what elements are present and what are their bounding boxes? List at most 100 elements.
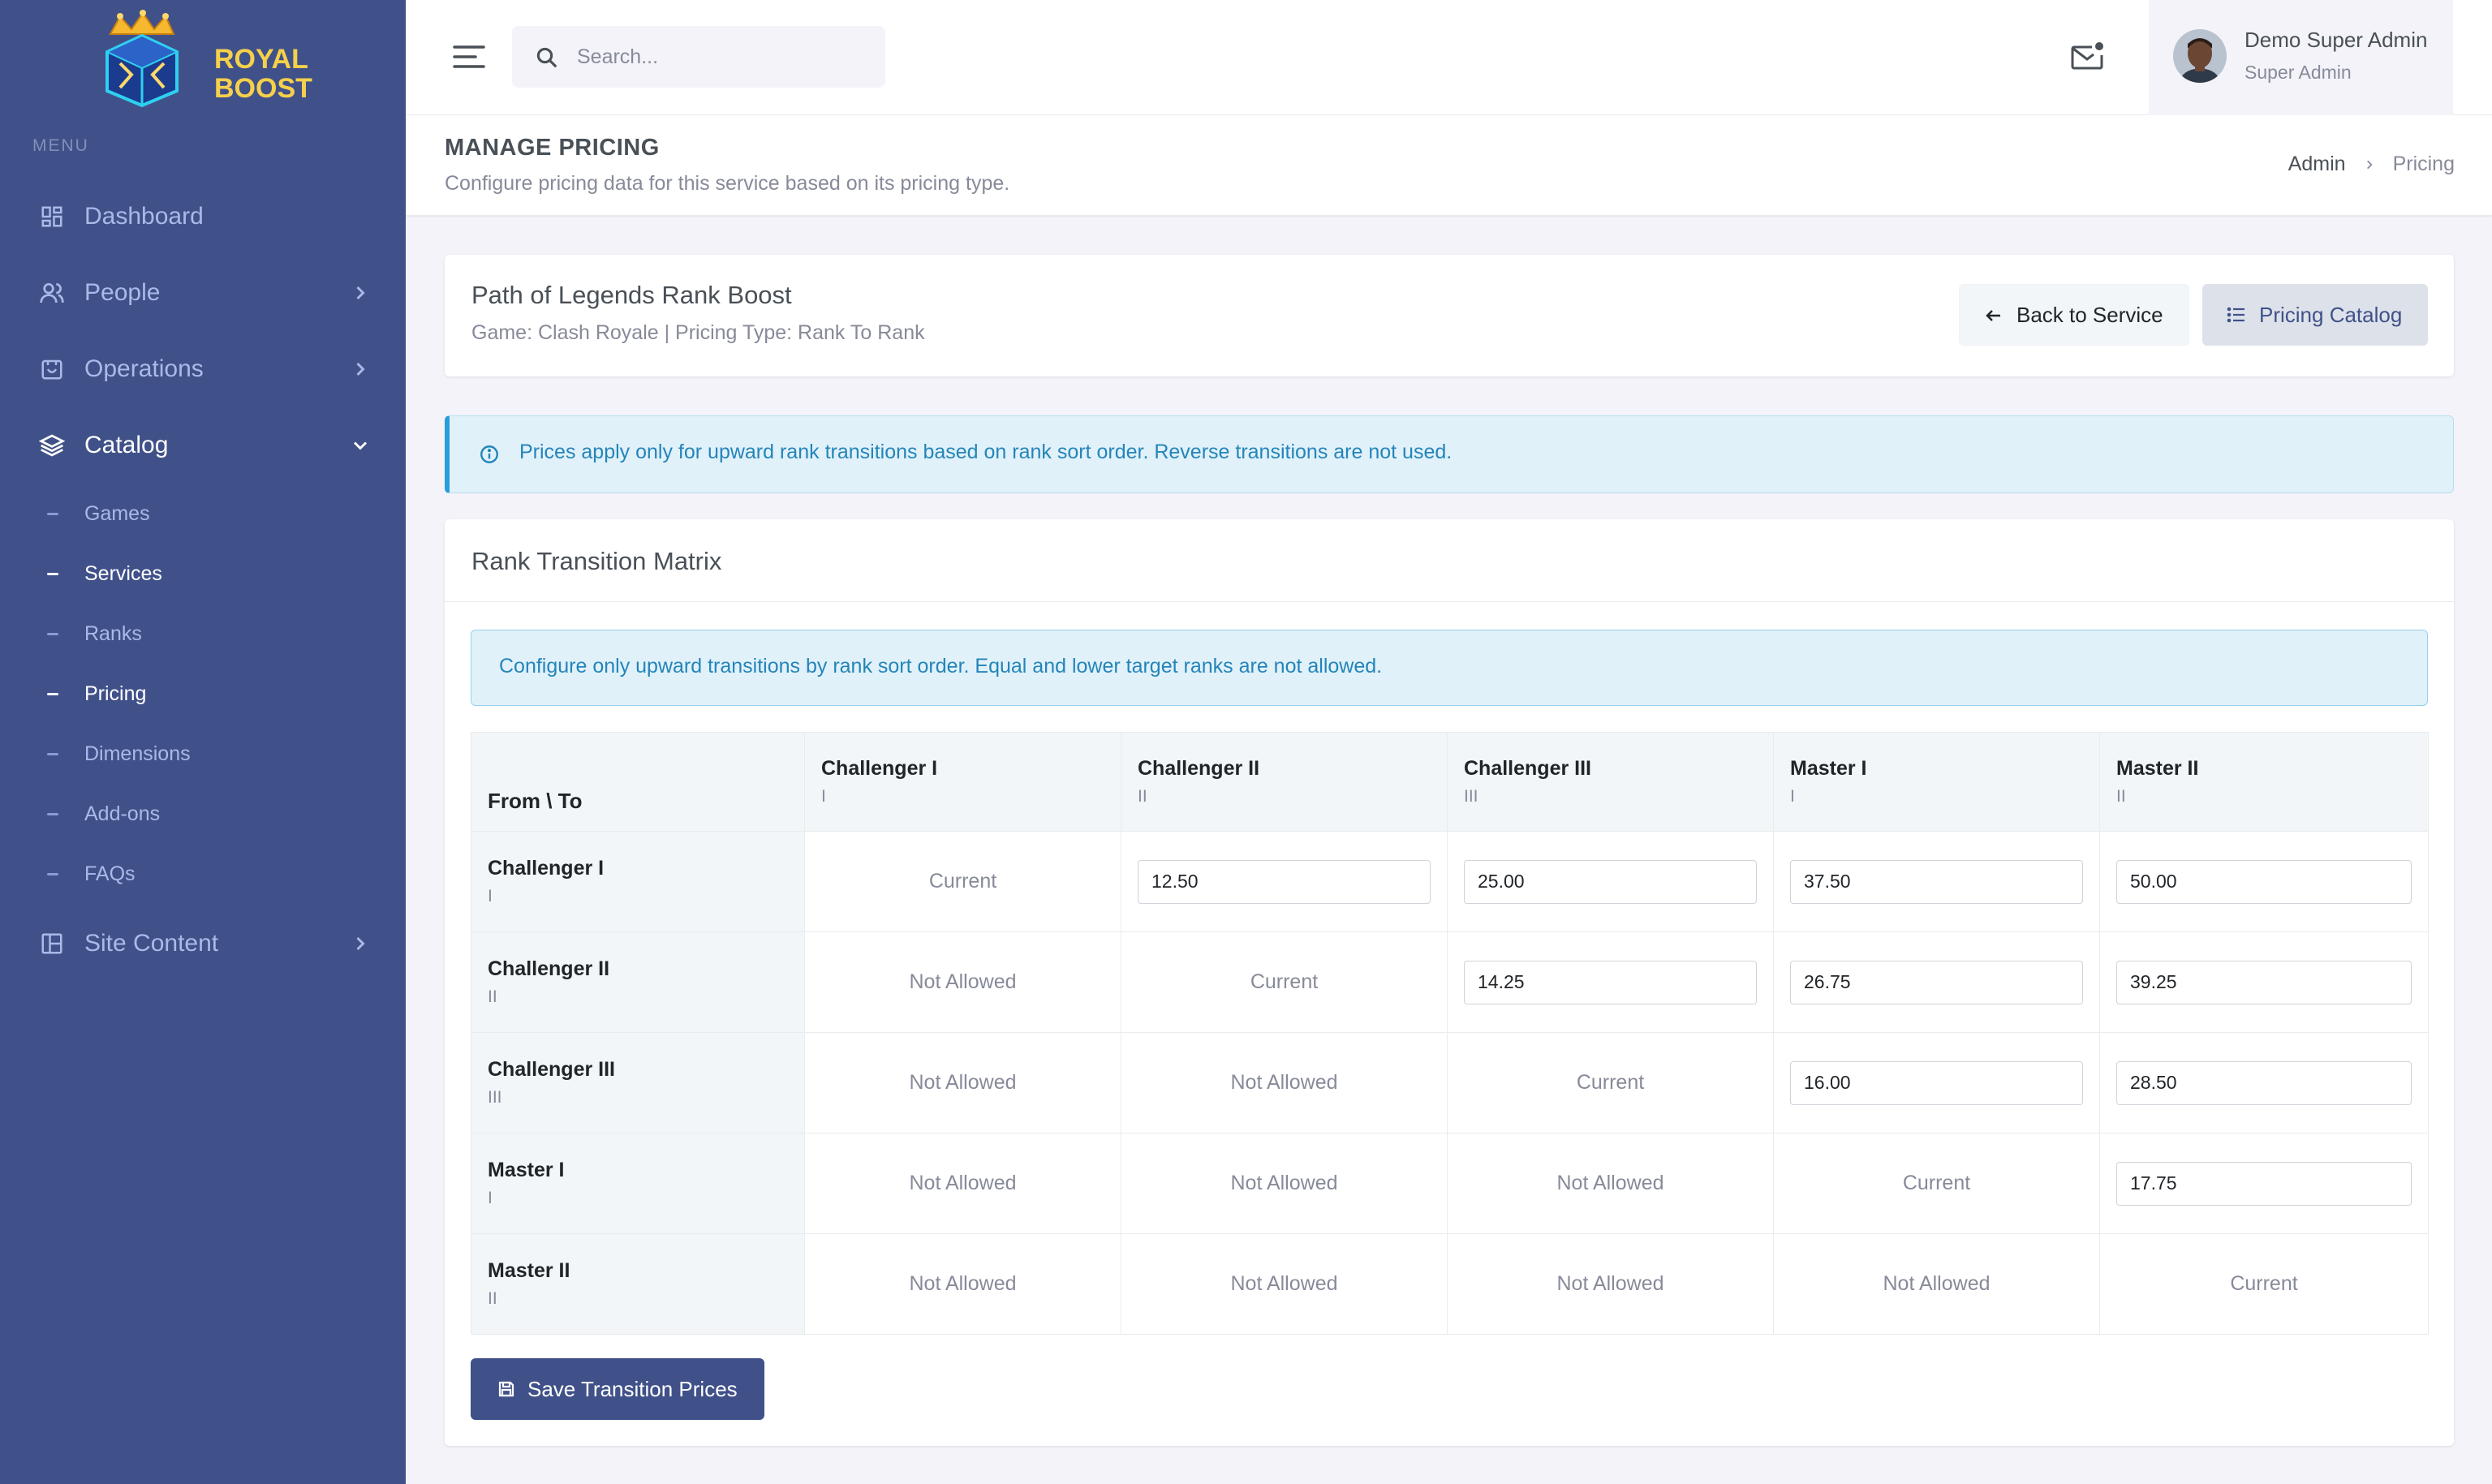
price-input[interactable] [2116, 859, 2412, 904]
column-header: Master II II [2099, 732, 2429, 832]
price-input[interactable] [1790, 960, 2083, 1004]
rank-transition-matrix-card: Rank Transition Matrix Configure only up… [445, 519, 2454, 1446]
save-transition-prices-button[interactable]: Save Transition Prices [471, 1358, 764, 1420]
current-cell: Current [2099, 1233, 2429, 1335]
current-cell: Current [1121, 931, 1448, 1033]
current-cell: Current [804, 831, 1121, 932]
service-card: Path of Legends Rank Boost Game: Clash R… [445, 255, 2454, 376]
price-cell [2099, 831, 2429, 932]
row-header: Master II II [471, 1233, 805, 1335]
price-input[interactable] [1138, 859, 1431, 904]
row-name: Master II [488, 1259, 570, 1282]
price-input[interactable] [1464, 859, 1757, 904]
topbar: Demo Super Admin Super Admin [406, 0, 2492, 115]
not-allowed-cell: Not Allowed [1121, 1233, 1448, 1335]
sidebar-subitem-addons[interactable]: Add-ons [0, 796, 406, 832]
row-name: Challenger III [488, 1058, 615, 1081]
column-name: Master I [1790, 757, 1867, 780]
people-icon [37, 278, 67, 308]
back-to-service-button[interactable]: Back to Service [1959, 284, 2189, 346]
price-input[interactable] [2116, 1060, 2412, 1105]
dash-icon [47, 632, 58, 635]
sidebar-item-people[interactable]: People [0, 269, 406, 317]
column-header: Master I I [1773, 732, 2100, 832]
sidebar-subitem-label: Add-ons [84, 802, 161, 825]
chevron-right-icon [356, 936, 365, 951]
table-header-row: From \ To Challenger II Challenger II II … [471, 732, 2429, 832]
sidebar-subitem-services[interactable]: Services [0, 556, 406, 591]
dash-icon [47, 752, 58, 755]
chevron-right-icon [356, 362, 365, 376]
search-icon [536, 47, 557, 68]
not-allowed-cell: Not Allowed [804, 1133, 1121, 1234]
sidebar-item-operations[interactable]: Operations [0, 345, 406, 394]
arrow-left-icon [1986, 310, 2000, 321]
sidebar-item-site-content[interactable]: Site Content [0, 919, 406, 968]
save-icon [498, 1381, 514, 1397]
column-code: II [1138, 787, 1147, 806]
sidebar: ROYAL BOOST MENU Dashboard People Operat… [0, 0, 406, 1484]
column-code: II [2116, 787, 2126, 806]
column-header: Challenger III III [1447, 732, 1774, 832]
row-code: I [488, 1189, 493, 1207]
price-input[interactable] [2116, 960, 2412, 1004]
row-header: Challenger III III [471, 1032, 805, 1133]
column-header: Challenger II II [1121, 732, 1448, 832]
not-allowed-cell: Not Allowed [1121, 1032, 1448, 1133]
price-input[interactable] [1790, 859, 2083, 904]
column-name: Master II [2116, 757, 2199, 780]
brand-logo[interactable]: ROYAL BOOST [96, 10, 331, 108]
sidebar-subitem-pricing[interactable]: Pricing [0, 676, 406, 712]
list-icon [2227, 307, 2245, 323]
matrix-info-alert: Configure only upward transitions by ran… [471, 630, 2428, 706]
pricing-catalog-label: Pricing Catalog [2259, 302, 2403, 327]
price-input[interactable] [1790, 1060, 2083, 1105]
matrix-info-text: Configure only upward transitions by ran… [499, 655, 1383, 677]
table-row: Master II II Not Allowed Not Allowed Not All… [471, 1233, 2429, 1335]
column-code: I [821, 787, 826, 806]
row-name: Challenger II [488, 957, 610, 980]
sidebar-subitem-label: Games [84, 501, 150, 525]
price-cell [1121, 831, 1448, 932]
sidebar-item-catalog[interactable]: Catalog [0, 421, 406, 470]
sidebar-item-label: Dashboard [84, 203, 204, 230]
column-name: Challenger I [821, 757, 938, 780]
column-header: Challenger I I [804, 732, 1121, 832]
card-title: Rank Transition Matrix [471, 547, 722, 575]
search-input[interactable] [577, 41, 869, 73]
price-input[interactable] [1464, 960, 1757, 1004]
sidebar-subitem-dimensions[interactable]: Dimensions [0, 736, 406, 772]
mail-notification-icon[interactable] [2069, 39, 2107, 76]
row-header: Master I I [471, 1133, 805, 1234]
sidebar-subitem-ranks[interactable]: Ranks [0, 616, 406, 652]
layers-icon [37, 431, 67, 460]
hamburger-menu-icon[interactable] [453, 42, 485, 71]
not-allowed-cell: Not Allowed [1773, 1233, 2100, 1335]
column-code: III [1464, 787, 1478, 806]
current-cell: Current [1773, 1133, 2100, 1234]
sidebar-subitem-games[interactable]: Games [0, 496, 406, 531]
not-allowed-cell: Not Allowed [804, 931, 1121, 1033]
search-box [512, 26, 885, 88]
not-allowed-cell: Not Allowed [804, 1032, 1121, 1133]
layout-icon [37, 929, 67, 958]
sidebar-subitem-label: FAQs [84, 862, 136, 885]
save-label: Save Transition Prices [527, 1376, 738, 1401]
dash-icon [47, 692, 58, 695]
user-dropdown[interactable]: Demo Super Admin Super Admin [2149, 0, 2453, 115]
pricing-catalog-button[interactable]: Pricing Catalog [2202, 284, 2428, 346]
price-cell [1773, 831, 2100, 932]
table-row: Challenger II II Not Allowed Current [471, 931, 2429, 1033]
service-name: Path of Legends Rank Boost [471, 281, 792, 309]
brand-line2: BOOST [214, 73, 312, 104]
table-row: Master I I Not Allowed Not Allowed Not Allow… [471, 1133, 2429, 1234]
sidebar-subitem-label: Pricing [84, 682, 147, 705]
dashboard-icon [37, 202, 67, 231]
price-cell [1773, 931, 2100, 1033]
chevron-right-icon [2366, 160, 2373, 169]
price-input[interactable] [2116, 1161, 2412, 1206]
sidebar-item-dashboard[interactable]: Dashboard [0, 192, 406, 241]
user-role: Super Admin [2245, 62, 2352, 83]
breadcrumb-admin[interactable]: Admin [2288, 153, 2346, 176]
sidebar-subitem-faqs[interactable]: FAQs [0, 856, 406, 892]
